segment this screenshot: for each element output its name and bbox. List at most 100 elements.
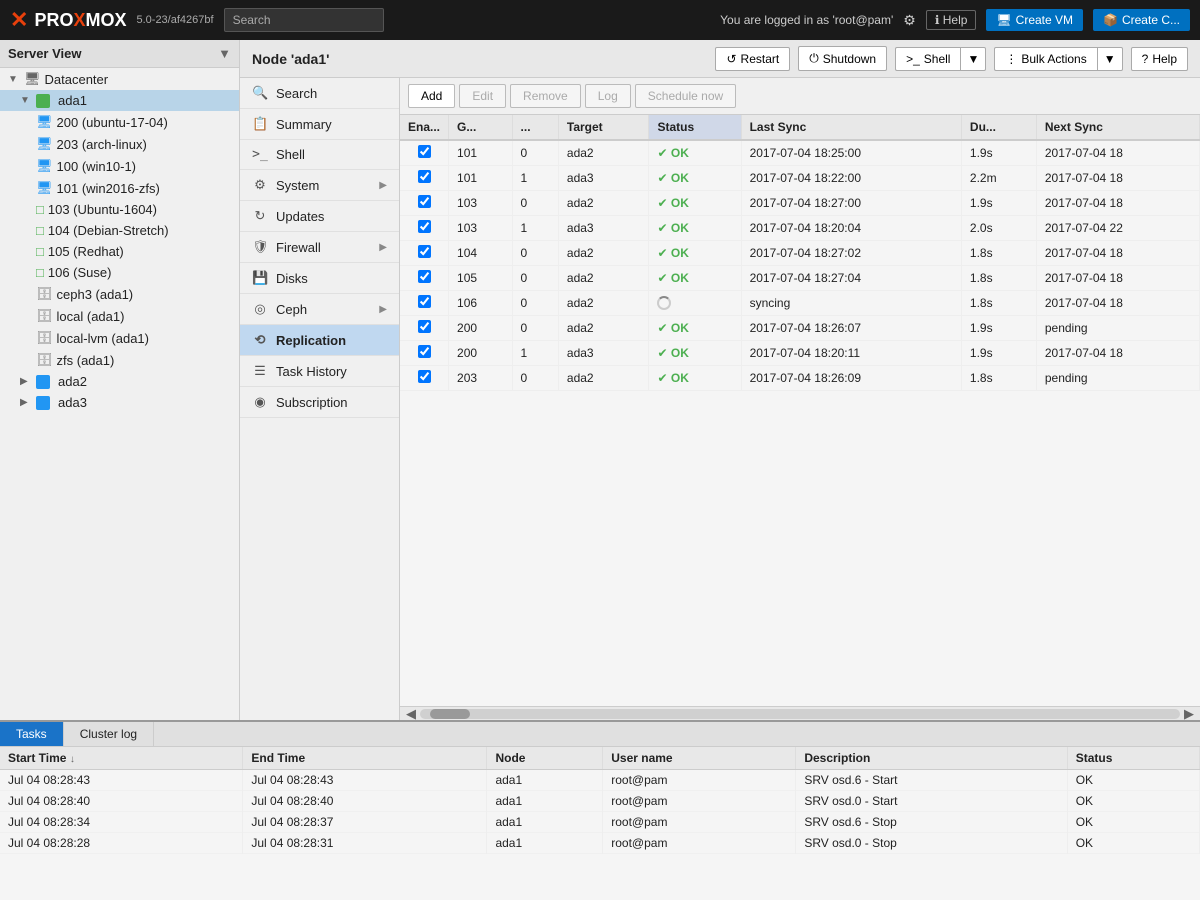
col-target[interactable]: Target [558, 115, 649, 140]
scroll-thumb[interactable] [430, 709, 470, 719]
create-ct-button[interactable]: 📦 Create C... [1093, 9, 1190, 31]
vm-101-label: 101 (win2016-zfs) [57, 181, 160, 196]
create-vm-button[interactable]: 🖥 Create VM [986, 9, 1083, 31]
help-button-top[interactable]: ℹ Help [926, 10, 977, 30]
nav-item-system[interactable]: ⚙ System ▶ [240, 170, 399, 201]
task-row[interactable]: Jul 04 08:28:28Jul 04 08:28:31ada1root@p… [0, 833, 1200, 854]
task-col-node[interactable]: Node [487, 747, 603, 770]
sidebar-item-zfs[interactable]: 🗄 zfs (ada1) [0, 349, 239, 371]
nav-item-disks[interactable]: 💾 Disks [240, 263, 399, 294]
col-guest[interactable]: G... [449, 115, 513, 140]
sidebar-item-200[interactable]: 🖥 200 (ubuntu-17-04) [0, 111, 239, 133]
restart-button[interactable]: ↺ Restart [715, 47, 790, 71]
enabled-checkbox[interactable] [418, 345, 431, 358]
enabled-checkbox[interactable] [418, 145, 431, 158]
sidebar-item-103[interactable]: □ 103 (Ubuntu-1604) [0, 199, 239, 220]
expand-icon: ▼ [8, 74, 20, 85]
sidebar-item-local-lvm[interactable]: 🗄 local-lvm (ada1) [0, 327, 239, 349]
scroll-track[interactable] [420, 709, 1180, 719]
task-col-desc[interactable]: Description [796, 747, 1067, 770]
enabled-checkbox[interactable] [418, 195, 431, 208]
col-next-sync[interactable]: Next Sync [1036, 115, 1199, 140]
sidebar-item-local[interactable]: 🗄 local (ada1) [0, 305, 239, 327]
horizontal-scrollbar[interactable]: ◀ ▶ [400, 706, 1200, 720]
sidebar-item-ceph3[interactable]: 🗄 ceph3 (ada1) [0, 283, 239, 305]
shell-dropdown-button[interactable]: ▼ [960, 47, 986, 71]
cell-guest: 103 [449, 216, 513, 241]
sidebar-item-datacenter[interactable]: ▼ 🖥 Datacenter [0, 68, 239, 90]
sidebar-item-106[interactable]: □ 106 (Suse) [0, 262, 239, 283]
task-row[interactable]: Jul 04 08:28:40Jul 04 08:28:40ada1root@p… [0, 791, 1200, 812]
shell-button-group: >_ Shell ▼ [895, 47, 986, 71]
task-col-user[interactable]: User name [603, 747, 796, 770]
col-status[interactable]: Status [649, 115, 741, 140]
nav-item-ceph[interactable]: ◎ Ceph ▶ [240, 294, 399, 325]
nav-item-task-history[interactable]: ☰ Task History [240, 356, 399, 387]
sidebar-item-ada1[interactable]: ▼ ada1 [0, 90, 239, 111]
remove-button[interactable]: Remove [510, 84, 581, 108]
table-row[interactable]: 1030ada2✔ OK2017-07-04 18:27:001.9s2017-… [400, 191, 1200, 216]
global-search-input[interactable] [224, 8, 384, 32]
table-row[interactable]: 2000ada2✔ OK2017-07-04 18:26:071.9spendi… [400, 316, 1200, 341]
sidebar-item-203[interactable]: 🖥 203 (arch-linux) [0, 133, 239, 155]
sidebar-item-100[interactable]: 🖥 100 (win10-1) [0, 155, 239, 177]
sidebar-item-105[interactable]: □ 105 (Redhat) [0, 241, 239, 262]
col-enabled[interactable]: Ena... [400, 115, 449, 140]
col-last-sync[interactable]: Last Sync [741, 115, 961, 140]
bulk-actions-button[interactable]: ⋮ Bulk Actions [994, 47, 1096, 71]
updates-nav-icon: ↻ [252, 208, 268, 224]
scroll-left-arrow[interactable]: ◀ [402, 706, 420, 721]
shutdown-button[interactable]: ⏻ Shutdown [798, 46, 887, 71]
table-row[interactable]: 1040ada2✔ OK2017-07-04 18:27:021.8s2017-… [400, 241, 1200, 266]
nav-item-summary[interactable]: 📋 Summary [240, 109, 399, 140]
cell-guest: 200 [449, 341, 513, 366]
enabled-checkbox[interactable] [418, 320, 431, 333]
enabled-checkbox[interactable] [418, 245, 431, 258]
enabled-checkbox[interactable] [418, 270, 431, 283]
settings-gear-button[interactable]: ⚙ [903, 12, 916, 29]
enabled-checkbox[interactable] [418, 370, 431, 383]
cell-target: ada2 [558, 140, 649, 166]
scroll-right-arrow[interactable]: ▶ [1180, 706, 1198, 721]
col-job[interactable]: ... [512, 115, 558, 140]
table-row[interactable]: 1050ada2✔ OK2017-07-04 18:27:041.8s2017-… [400, 266, 1200, 291]
add-button[interactable]: Add [408, 84, 455, 108]
logo-area: ✕ PROXMOX 5.0-23/af4267bf [10, 7, 214, 33]
task-row[interactable]: Jul 04 08:28:43Jul 04 08:28:43ada1root@p… [0, 770, 1200, 791]
nav-item-replication[interactable]: ⟲ Replication [240, 325, 399, 356]
nav-item-subscription[interactable]: ◉ Subscription [240, 387, 399, 418]
table-row[interactable]: 2001ada3✔ OK2017-07-04 18:20:111.9s2017-… [400, 341, 1200, 366]
enabled-checkbox[interactable] [418, 170, 431, 183]
nav-item-firewall[interactable]: 🛡 Firewall ▶ [240, 232, 399, 263]
table-row[interactable]: 1031ada3✔ OK2017-07-04 18:20:042.0s2017-… [400, 216, 1200, 241]
col-duration[interactable]: Du... [961, 115, 1036, 140]
table-row[interactable]: 1060ada2syncing1.8s2017-07-04 18 [400, 291, 1200, 316]
bulk-actions-dropdown-button[interactable]: ▼ [1097, 47, 1123, 71]
edit-button[interactable]: Edit [459, 84, 506, 108]
logo-proxmox: PROXMOX [34, 10, 126, 31]
task-col-status[interactable]: Status [1067, 747, 1199, 770]
task-row[interactable]: Jul 04 08:28:34Jul 04 08:28:37ada1root@p… [0, 812, 1200, 833]
nav-item-shell[interactable]: >_ Shell [240, 140, 399, 170]
tab-cluster-log[interactable]: Cluster log [64, 722, 154, 746]
sidebar-item-ada2[interactable]: ▶ ada2 [0, 371, 239, 392]
table-row[interactable]: 1011ada3✔ OK2017-07-04 18:22:002.2m2017-… [400, 166, 1200, 191]
task-col-end[interactable]: End Time [243, 747, 487, 770]
sidebar-item-104[interactable]: □ 104 (Debian-Stretch) [0, 220, 239, 241]
enabled-checkbox[interactable] [418, 220, 431, 233]
table-row[interactable]: 1010ada2✔ OK2017-07-04 18:25:001.9s2017-… [400, 140, 1200, 166]
nav-item-search[interactable]: 🔍 Search [240, 78, 399, 109]
tab-tasks[interactable]: Tasks [0, 722, 64, 746]
help-button[interactable]: ? Help [1131, 47, 1188, 71]
task-col-start[interactable]: Start Time ↓ [0, 747, 243, 770]
nav-item-updates[interactable]: ↻ Updates [240, 201, 399, 232]
task-history-nav-icon: ☰ [252, 363, 268, 379]
schedule-now-button[interactable]: Schedule now [635, 84, 736, 108]
shell-button[interactable]: >_ Shell [895, 47, 960, 71]
sidebar-item-101[interactable]: 🖥 101 (win2016-zfs) [0, 177, 239, 199]
log-button[interactable]: Log [585, 84, 631, 108]
table-row[interactable]: 2030ada2✔ OK2017-07-04 18:26:091.8spendi… [400, 366, 1200, 391]
enabled-checkbox[interactable] [418, 295, 431, 308]
sidebar-item-ada3[interactable]: ▶ ada3 [0, 392, 239, 413]
cell-start: Jul 04 08:28:43 [0, 770, 243, 791]
